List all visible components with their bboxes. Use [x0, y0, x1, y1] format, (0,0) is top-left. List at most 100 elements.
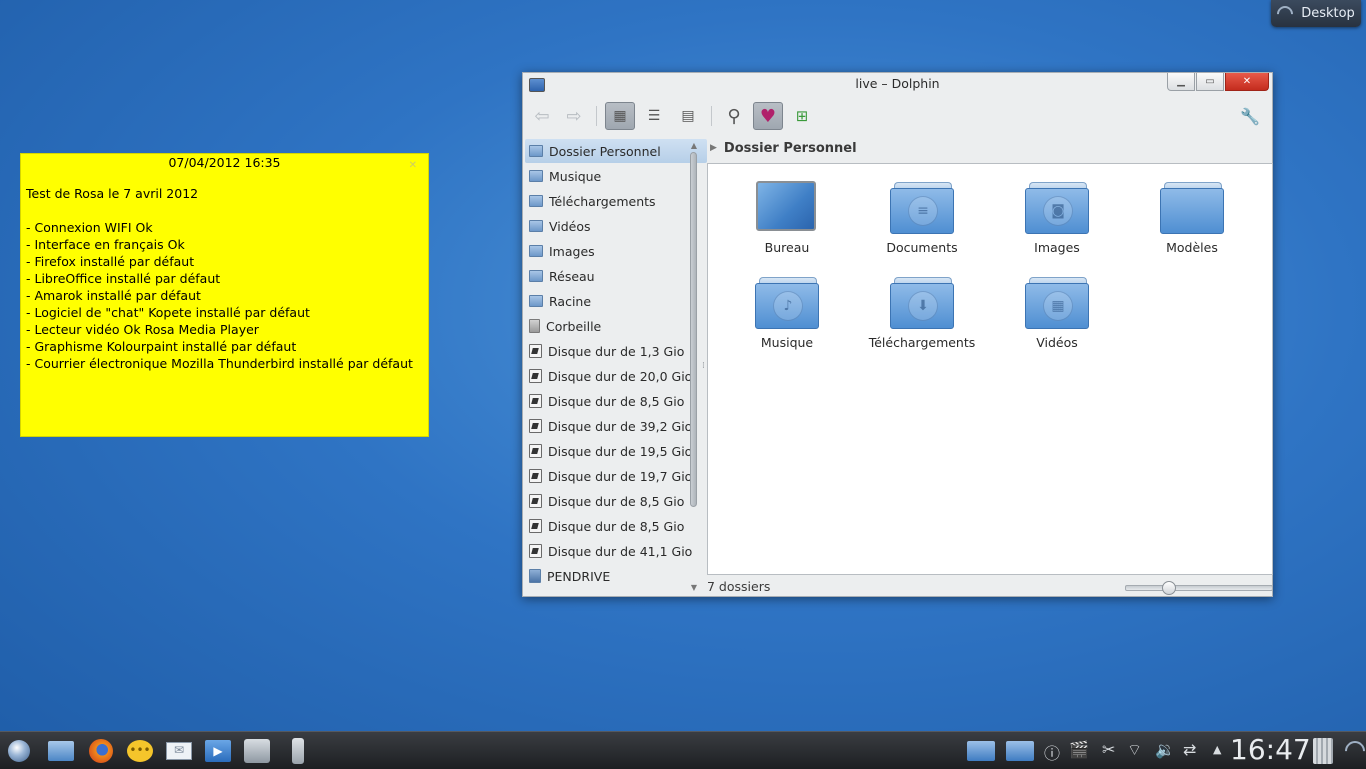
file-item-musique[interactable]: ♪ Musique	[727, 275, 847, 363]
note-line: - Firefox installé par défaut	[26, 254, 195, 269]
place-label: Téléchargements	[549, 193, 656, 209]
minimize-button[interactable]: ▁	[1167, 73, 1195, 91]
view-details-icon: ☰	[647, 108, 661, 124]
note-line: - Courrier électronique Mozilla Thunderb…	[26, 356, 413, 371]
harddisk-icon	[529, 369, 542, 383]
file-view[interactable]: Bureau ≡ Documents ◙ Images Modèles ♪ Mu…	[707, 163, 1273, 575]
file-item-label: Modèles	[1166, 240, 1218, 255]
window-titlebar[interactable]: live – Dolphin ▁ ▭ ✕	[523, 73, 1272, 95]
volume-icon[interactable]: 🔉	[1155, 740, 1175, 759]
place-corbeille[interactable]: Corbeille	[525, 314, 707, 338]
mail-launcher[interactable]: ✉	[164, 736, 194, 766]
note-line: - Graphisme Kolourpaint installé par déf…	[26, 339, 297, 354]
preview-button[interactable]: ♥	[753, 102, 783, 130]
places-scrollbar[interactable]: ▲ ▼	[690, 141, 698, 592]
scroll-down-icon[interactable]: ▼	[690, 583, 698, 592]
back-button[interactable]: ⇦	[527, 102, 557, 130]
scissors-icon[interactable]: ✂	[1102, 740, 1115, 759]
desktop-toolbox-button[interactable]: Desktop	[1271, 0, 1361, 27]
clock[interactable]: 16:47	[1230, 733, 1311, 766]
place-disk[interactable]: Disque dur de 1,3 Gio	[525, 339, 707, 363]
folder-root-icon	[529, 295, 543, 307]
place-disk[interactable]: Disque dur de 8,5 Gio	[525, 489, 707, 513]
usb-device-button[interactable]	[283, 736, 313, 766]
chat-launcher[interactable]: •••	[125, 736, 155, 766]
preview-icon: ♥	[759, 105, 777, 127]
trash-icon	[529, 319, 540, 333]
place-images[interactable]: Images	[525, 239, 707, 263]
view-columns-icon: ▤	[681, 108, 695, 124]
icons-view-button[interactable]: ▦	[605, 102, 635, 130]
harddisk-icon	[529, 394, 542, 408]
file-item-label: Musique	[760, 335, 814, 350]
file-item-label: Images	[1034, 240, 1080, 255]
arrow-up-icon[interactable]: ▲	[1213, 743, 1221, 756]
tray-folder-button[interactable]	[966, 736, 996, 766]
wifi-icon[interactable]: ⌔	[1127, 740, 1142, 760]
status-text: 7 dossiers	[707, 579, 771, 594]
statusbar: 7 dossiers	[707, 577, 1273, 596]
breadcrumb-current[interactable]: Dossier Personnel	[724, 141, 857, 156]
file-item-telechargements[interactable]: ⬇ Téléchargements	[862, 275, 982, 363]
media-player-launcher[interactable]: ▶	[203, 736, 233, 766]
home-icon	[529, 145, 543, 157]
window-title: live – Dolphin	[855, 76, 940, 91]
mail-icon: ✉	[166, 742, 192, 760]
note-line: - Amarok installé par défaut	[26, 288, 201, 303]
note-body[interactable]: Test de Rosa le 7 avril 2012 - Connexion…	[21, 185, 428, 372]
place-racine[interactable]: Racine	[525, 289, 707, 313]
scrollbar-thumb[interactable]	[690, 152, 697, 507]
close-button[interactable]: ✕	[1225, 73, 1269, 91]
rosa-menu-button[interactable]	[4, 736, 34, 766]
file-item-documents[interactable]: ≡ Documents	[862, 180, 982, 268]
place-disk[interactable]: Disque dur de 39,2 Gio	[525, 414, 707, 438]
columns-view-button[interactable]: ▤	[673, 102, 703, 130]
zoom-slider-handle[interactable]	[1162, 581, 1176, 595]
breadcrumb[interactable]: ▶ Dossier Personnel	[707, 135, 1272, 161]
place-reseau[interactable]: Réseau	[525, 264, 707, 288]
harddisk-icon	[529, 544, 542, 558]
panel-splitter[interactable]: ⁞	[702, 361, 705, 371]
place-telechargements[interactable]: Téléchargements	[525, 189, 707, 213]
note-close-icon[interactable]: ✕	[409, 160, 417, 171]
maximize-button[interactable]: ▭	[1196, 73, 1224, 91]
file-item-bureau[interactable]: Bureau	[727, 180, 847, 268]
place-disk[interactable]: Disque dur de 19,5 Gio	[525, 439, 707, 463]
search-button[interactable]: ⚲	[719, 102, 749, 130]
screenshot-launcher[interactable]	[242, 736, 272, 766]
breadcrumb-arrow-icon[interactable]: ▶	[710, 143, 717, 153]
folder-images-icon: ◙	[1025, 180, 1089, 234]
trash-button[interactable]	[1308, 736, 1338, 766]
tray-folder-button[interactable]	[1005, 736, 1035, 766]
desktop-corner-button[interactable]	[1340, 736, 1366, 766]
network-icon[interactable]: ⇄	[1183, 740, 1196, 759]
place-disk[interactable]: Disque dur de 20,0 Gio	[525, 364, 707, 388]
place-dossier-personnel[interactable]: Dossier Personnel	[525, 139, 707, 163]
file-item-images[interactable]: ◙ Images	[997, 180, 1117, 268]
split-button[interactable]: ⊞	[787, 102, 817, 130]
place-videos[interactable]: Vidéos	[525, 214, 707, 238]
firefox-launcher[interactable]	[86, 736, 116, 766]
forward-button[interactable]: ⇨	[559, 102, 589, 130]
taskbar: ••• ✉ ▶ ⓘ 🎬 ✂ ⌔ 🔉 ⇄ ▲ 16:47	[0, 731, 1366, 769]
file-item-videos[interactable]: ▦ Vidéos	[997, 275, 1117, 363]
sticky-note[interactable]: 07/04/2012 16:35 ✕ Test de Rosa le 7 avr…	[20, 153, 429, 437]
place-disk[interactable]: Disque dur de 8,5 Gio	[525, 514, 707, 538]
place-musique[interactable]: Musique	[525, 164, 707, 188]
place-disk[interactable]: Disque dur de 41,1 Gio	[525, 539, 707, 563]
place-pendrive[interactable]: PENDRIVE	[525, 564, 707, 588]
place-label: Musique	[549, 168, 602, 184]
info-icon[interactable]: ⓘ	[1044, 740, 1060, 764]
file-manager-launcher[interactable]	[46, 736, 76, 766]
control-button[interactable]: 🔧	[1235, 102, 1265, 130]
file-item-modeles[interactable]: Modèles	[1132, 180, 1252, 268]
dolphin-window: live – Dolphin ▁ ▭ ✕ ⇦ ⇨ ▦ ☰ ▤ ⚲ ♥ ⊞ 🔧 D…	[522, 72, 1273, 597]
scroll-up-icon[interactable]: ▲	[690, 141, 698, 150]
clapper-icon[interactable]: 🎬	[1069, 740, 1089, 759]
details-view-button[interactable]: ☰	[639, 102, 669, 130]
file-item-label: Téléchargements	[868, 335, 976, 350]
place-disk[interactable]: Disque dur de 8,5 Gio	[525, 389, 707, 413]
harddisk-icon	[529, 419, 542, 433]
place-disk[interactable]: Disque dur de 19,7 Gio	[525, 464, 707, 488]
zoom-slider[interactable]	[1125, 581, 1273, 595]
